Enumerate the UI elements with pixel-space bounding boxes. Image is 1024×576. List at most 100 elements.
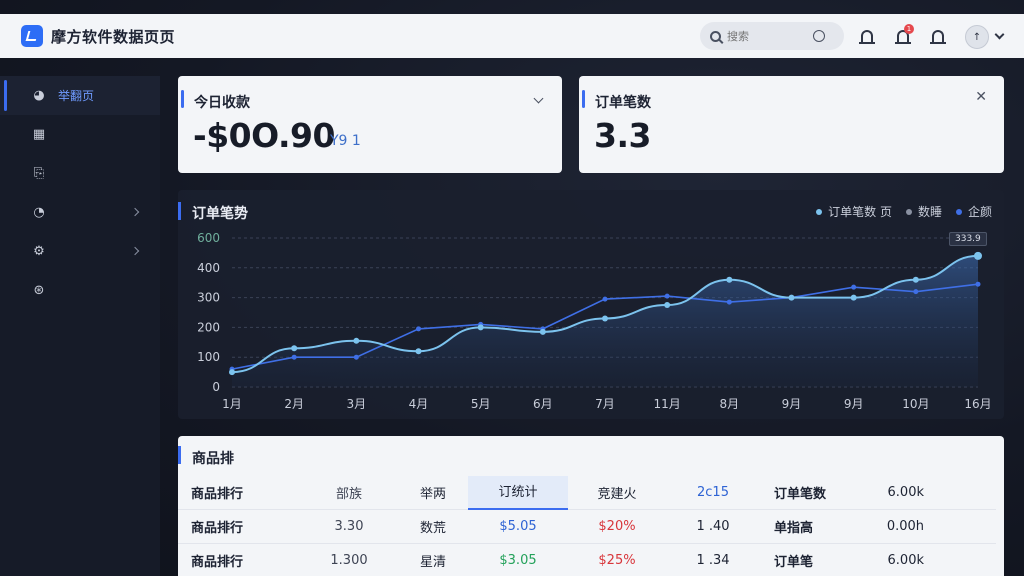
kpi-card-orders: 订单笔数 ✕ 3.3: [579, 76, 1004, 173]
data-point-primary: [291, 345, 298, 352]
data-point-primary: [850, 294, 857, 301]
data-point-secondary: [416, 326, 421, 332]
search-box[interactable]: [700, 22, 844, 50]
kpi-card-revenue: 今日收款 -$0O.90 Y9 1: [178, 76, 562, 173]
notification-badge: 1: [904, 24, 914, 34]
table-header-cell[interactable]: 竞建火: [568, 483, 666, 502]
sidebar-item-grid[interactable]: ▦: [0, 115, 160, 154]
x-tick-label: 16月: [964, 397, 991, 411]
x-tick-label: 8月: [720, 397, 740, 411]
x-tick-label: 2月: [284, 397, 304, 411]
avatar-glyph: ↑: [972, 31, 982, 43]
data-point-primary: [477, 324, 484, 331]
avatar[interactable]: ↑: [965, 25, 989, 49]
data-point-primary: [912, 276, 919, 283]
data-point-secondary: [975, 281, 981, 287]
table-cell: 3.30: [334, 519, 364, 534]
search-icon: [710, 30, 721, 42]
line-chart: 0 100 200 300 400 600 1月 2月 3月 4月 5月 6月 7月 11月 8月 9月 9月 1…: [197, 231, 992, 411]
y-tick-label: 300: [197, 291, 220, 305]
table-header-cell[interactable]: 订单笔数: [760, 483, 858, 502]
table-cell: 1.300: [330, 553, 368, 568]
x-tick-label: 9月: [844, 397, 864, 411]
data-point-primary: [353, 337, 360, 344]
table-title: 商品排: [192, 451, 234, 467]
sidebar-item-settings[interactable]: ⚙: [0, 232, 160, 271]
x-tick-label: 3月: [347, 397, 367, 411]
search-clear-icon[interactable]: [813, 30, 825, 42]
table-cell: $25%: [598, 553, 636, 568]
x-tick-label: 10月: [902, 397, 929, 411]
alert-bell-icon: [930, 30, 946, 44]
pie-icon: ◔: [33, 205, 45, 220]
gear-icon: ⚙: [33, 244, 45, 259]
x-tick-label: 6月: [533, 397, 553, 411]
grid-icon: ▦: [32, 127, 46, 142]
table-cell: 1 .40: [696, 519, 730, 534]
data-point-secondary: [726, 299, 732, 305]
data-point-secondary: [913, 289, 919, 295]
data-point-primary: [415, 348, 422, 355]
table-cell: $20%: [598, 519, 636, 534]
close-icon[interactable]: ✕: [975, 89, 987, 105]
kpi-value: 3.3: [594, 116, 651, 155]
table-cell: 星清: [419, 555, 446, 570]
chevron-down-icon[interactable]: [994, 29, 1005, 40]
table-row[interactable]: 商品排行 1.300 星清 $3.05 $25% 1 .34 订单笔 6.00k: [178, 544, 996, 576]
data-point-primary: [974, 251, 982, 260]
sidebar-item-document[interactable]: ⎘: [0, 154, 160, 193]
chevron-down-icon[interactable]: [533, 93, 544, 104]
table-cell: $3.05: [499, 553, 537, 568]
table-cell: 1 .34: [696, 553, 730, 568]
table-header-cell[interactable]: 2c15: [666, 485, 760, 500]
data-point-primary: [664, 302, 671, 309]
table-cell: 0.00h: [886, 519, 924, 534]
table-cell: 6.00k: [887, 553, 924, 568]
x-tick-label: 4月: [409, 397, 429, 411]
table-cell: 订单笔: [774, 555, 814, 570]
y-tick-label: 100: [197, 350, 220, 364]
table-cell: 单指高: [774, 521, 814, 536]
sidebar-item-label: 举翻页: [58, 89, 95, 103]
kpi-title: 订单笔数: [595, 95, 651, 111]
search-input[interactable]: [727, 29, 813, 43]
kpi-value: -$0O.90: [193, 116, 335, 155]
chart-tooltip: 333.9: [949, 232, 987, 246]
chevron-right-icon: [130, 207, 140, 217]
alerts-button[interactable]: [928, 26, 948, 46]
app-logo-icon: [21, 25, 43, 47]
y-tick-label: 0: [212, 380, 220, 394]
table-header-cell-selected[interactable]: 订统计: [468, 475, 568, 510]
table-header-cell[interactable]: 举两: [398, 483, 468, 502]
kpi-subvalue: Y9 1: [330, 133, 361, 149]
sidebar-item-dashboard[interactable]: ◕ 举翻页: [0, 76, 160, 115]
y-tick-label: 600: [197, 231, 220, 245]
x-tick-label: 7月: [595, 397, 615, 411]
ranking-table: 商品排行 部族 举两 订统计 竞建火 2c15 订单笔数 6.00k 商品排行 …: [178, 475, 996, 576]
bell-icon: [859, 30, 875, 44]
chevron-right-icon: [130, 246, 140, 256]
data-point-primary: [602, 315, 608, 322]
table-cell: 数荒: [419, 521, 446, 536]
x-tick-label: 5月: [471, 397, 491, 411]
table-header-cell[interactable]: 部族: [300, 483, 398, 502]
app-title: 摩方软件数据页页: [51, 27, 176, 46]
sidebar-item-pie[interactable]: ◔: [0, 193, 160, 232]
table-accent-bar: [178, 446, 181, 464]
document-icon: ⎘: [33, 166, 45, 181]
table-cell: $5.05: [499, 519, 537, 534]
notifications-button[interactable]: 1: [893, 24, 914, 46]
sidebar: ◕ 举翻页 ▦ ⎘ ◔ ⚙ ⊛: [0, 76, 160, 576]
data-point-secondary: [602, 296, 608, 302]
table-row[interactable]: 商品排行 3.30 数荒 $5.05 $20% 1 .40 单指高 0.00h: [178, 510, 996, 544]
globe-icon: ⊛: [33, 283, 45, 298]
ranking-table-panel: 商品排 商品排行 部族 举两 订统计 竞建火 2c15 订单笔数 6.00k 商…: [178, 436, 1004, 576]
sidebar-item-globe[interactable]: ⊛: [0, 271, 160, 310]
data-point-primary: [229, 369, 235, 376]
table-header-cell[interactable]: 商品排行: [178, 483, 300, 502]
x-tick-label: 9月: [782, 397, 802, 411]
data-point-secondary: [851, 284, 857, 290]
table-header-cell[interactable]: 6.00k: [858, 485, 938, 500]
bell-button[interactable]: [857, 26, 877, 46]
data-point-primary: [726, 276, 733, 283]
